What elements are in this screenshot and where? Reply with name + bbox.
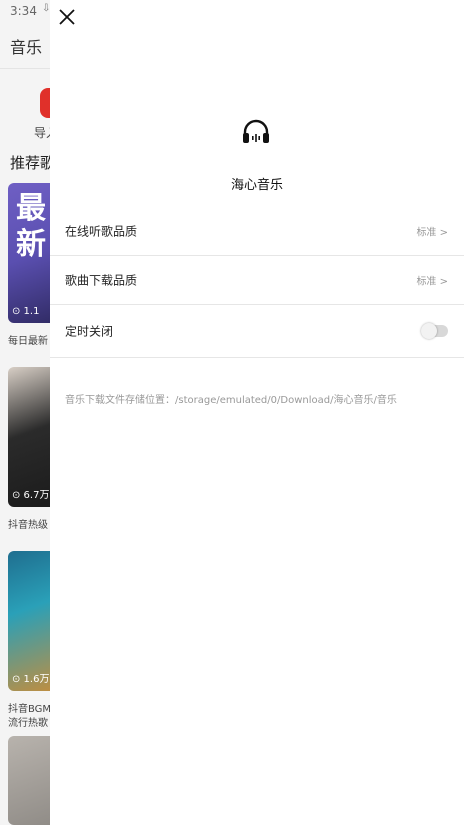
download-quality-label: 歌曲下载品质	[65, 273, 138, 288]
online-listen-quality-row[interactable]: 在线听歌品质 标准 >	[50, 207, 464, 255]
download-quality-value[interactable]: 标准 >	[416, 273, 448, 288]
recommend-section-title: 推荐歌	[10, 154, 56, 172]
app-name: 海心音乐	[230, 178, 283, 193]
background-page-title: 音乐	[10, 38, 43, 57]
play-count: ⊙ 1.1	[12, 306, 40, 317]
sleep-timer-row[interactable]: 定时关闭	[50, 305, 464, 357]
close-icon[interactable]	[56, 6, 78, 28]
download-quality-row[interactable]: 歌曲下载品质 标准 >	[50, 256, 464, 304]
row-divider	[50, 357, 464, 358]
storage-path-text: 音乐下载文件存储位置：/storage/emulated/0/Download/…	[65, 395, 397, 406]
playlist-caption: 每日最新	[8, 336, 48, 347]
online-listen-quality-label: 在线听歌品质	[65, 224, 138, 239]
toggle-knob	[421, 323, 437, 339]
play-count: ⊙ 6.7万	[12, 490, 50, 501]
online-listen-quality-value[interactable]: 标准 >	[416, 224, 448, 239]
playlist-caption: 抖音BGM	[8, 704, 52, 715]
play-count: ⊙ 1.6万	[12, 674, 50, 685]
status-time: 3:34	[10, 4, 37, 18]
headphones-icon	[241, 119, 271, 145]
sleep-timer-label: 定时关闭	[65, 324, 114, 339]
playlist-caption-line2: 流行热歌	[8, 718, 48, 729]
sleep-timer-toggle[interactable]	[421, 323, 448, 339]
playlist-caption: 抖音热级	[8, 520, 48, 531]
